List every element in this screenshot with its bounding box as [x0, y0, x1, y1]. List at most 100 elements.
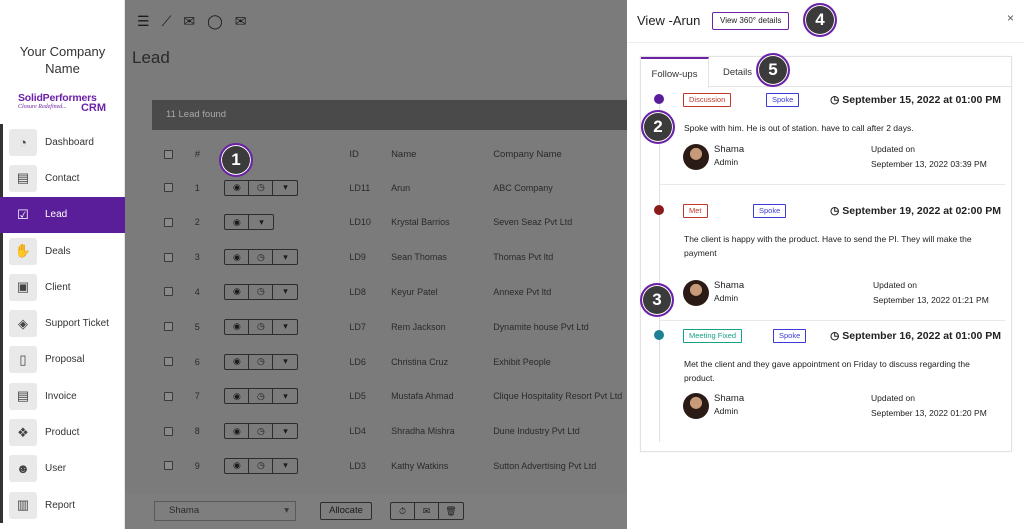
- row-checkbox[interactable]: [164, 391, 173, 401]
- sidebar-item-support-ticket[interactable]: ◈ Support Ticket: [0, 305, 125, 342]
- sidebar-item-proposal[interactable]: ▯ Proposal: [0, 341, 125, 379]
- table-row[interactable]: 7 ◉ ◷ ▾ LD5 Mustafa Ahmad Clique Hospitali…: [152, 379, 627, 414]
- row-checkbox[interactable]: [164, 461, 173, 471]
- row-actions: ◉ ◷ ▾: [224, 249, 299, 266]
- view-icon[interactable]: ◉: [225, 389, 250, 404]
- avatar: [683, 393, 709, 419]
- view-icon[interactable]: ◉: [225, 354, 250, 369]
- view-icon[interactable]: ◉: [225, 284, 250, 299]
- sidebar-item-invoice[interactable]: ▤ Invoice: [0, 378, 125, 415]
- sidebar-item-dashboard[interactable]: ◔ Dashboard: [0, 124, 125, 161]
- table-row[interactable]: 8 ◉ ◷ ▾ LD4 Shradha Mishra Dune Industry P…: [152, 414, 627, 449]
- table-row[interactable]: 6 ◉ ◷ ▾ LD6 Christina Cruz Exhibit People: [152, 344, 627, 379]
- view-icon[interactable]: ◉: [225, 250, 250, 265]
- user-role: Admin: [714, 406, 739, 416]
- invoice-icon: ▤: [9, 382, 37, 410]
- table-row[interactable]: 9 ◉ ◷ ▾ LD3 Kathy Watkins Sutton Advertisi…: [152, 448, 627, 483]
- view-icon[interactable]: ◉: [225, 180, 250, 195]
- dropdown-icon[interactable]: ▾: [273, 355, 297, 369]
- dropdown-icon[interactable]: ▾: [273, 181, 297, 195]
- avatar: [683, 144, 709, 170]
- users-icon: ☻: [9, 455, 37, 483]
- clock-icon: ◷: [830, 94, 843, 106]
- top-toolbar: ☰ ⟋ ✉ ◯ ✉: [125, 0, 627, 42]
- row-name: Sean Thomas: [391, 252, 447, 263]
- row-actions: ◉ ◷ ▾: [224, 457, 299, 474]
- sidebar-item-user[interactable]: ☻ User: [0, 450, 125, 487]
- timeline-dot: [654, 330, 664, 340]
- close-icon[interactable]: ×: [1007, 11, 1014, 25]
- dropdown-icon[interactable]: ▾: [273, 424, 297, 438]
- row-checkbox[interactable]: [164, 287, 173, 297]
- followup-datetime: ◷ September 16, 2022 at 01:00 PM: [830, 330, 1001, 342]
- whatsapp-icon[interactable]: ◯: [207, 13, 223, 30]
- menu-icon[interactable]: ☰: [137, 13, 150, 30]
- view-icon[interactable]: ◉: [225, 319, 250, 334]
- assignee-select[interactable]: Shama: [154, 501, 296, 521]
- mail-icon[interactable]: ✉: [415, 503, 439, 519]
- clock-icon[interactable]: ◷: [249, 180, 274, 195]
- table-row[interactable]: 3 ◉ ◷ ▾ LD9 Sean Thomas Thomas Pvt ltd: [152, 240, 627, 275]
- sidebar-item-label: Lead: [45, 209, 68, 221]
- row-checkbox[interactable]: [164, 357, 173, 366]
- bulk-action-bar: Shama Allocate ⏱ ✉ 🗑: [125, 494, 627, 529]
- col-id: ID: [349, 148, 359, 160]
- clock-icon[interactable]: ◷: [249, 284, 274, 299]
- sidebar-item-deals[interactable]: ✋ Deals: [0, 232, 125, 270]
- row-checkbox[interactable]: [164, 426, 173, 436]
- mail-icon[interactable]: ✉: [235, 13, 247, 30]
- dropdown-icon[interactable]: ▾: [273, 459, 297, 473]
- row-checkbox[interactable]: [164, 252, 173, 262]
- clock-icon[interactable]: ◷: [249, 354, 274, 369]
- row-id: LD7: [349, 321, 366, 332]
- clock-icon[interactable]: ◷: [249, 424, 274, 439]
- clock-icon[interactable]: ◷: [249, 250, 274, 265]
- table-row[interactable]: 4 ◉ ◷ ▾ LD8 Keyur Patel Annexe Pvt ltd: [152, 274, 627, 309]
- allocate-button[interactable]: Allocate: [320, 502, 372, 520]
- table-row[interactable]: 5 ◉ ◷ ▾ LD7 Rem Jackson Dynamite house Pvt…: [152, 309, 627, 344]
- select-all-checkbox[interactable]: [164, 149, 173, 159]
- updated-value: September 13, 2022 01:21 PM: [873, 295, 989, 305]
- dropdown-icon[interactable]: ▾: [249, 215, 273, 229]
- followup-separator: [659, 320, 1005, 321]
- view-icon[interactable]: ◉: [225, 458, 250, 473]
- bulk-icons: ⏱ ✉ 🗑: [390, 502, 464, 520]
- table-row[interactable]: 1 ◉ ◷ ▾ LD11 Arun ABC Company: [152, 170, 627, 205]
- row-checkbox[interactable]: [164, 217, 173, 227]
- dropdown-icon[interactable]: ▾: [273, 389, 297, 403]
- view-360-button[interactable]: View 360° details: [712, 12, 790, 30]
- updated-label: Updated on: [873, 280, 917, 290]
- brand-logo: SolidPerformers Closure Redefined... CRM: [18, 92, 110, 118]
- chat-icon[interactable]: ✉: [183, 13, 195, 30]
- sidebar-item-label: Contact: [45, 172, 80, 184]
- row-id: LD6: [349, 356, 366, 367]
- clock-icon[interactable]: ◷: [249, 458, 274, 473]
- row-name: Christina Cruz: [391, 356, 449, 367]
- dropdown-icon[interactable]: ▾: [273, 250, 297, 264]
- dropdown-icon[interactable]: ▾: [273, 320, 297, 334]
- view-icon[interactable]: ◉: [225, 424, 250, 439]
- followup-datetime: ◷ September 15, 2022 at 01:00 PM: [830, 94, 1001, 106]
- row-actions: ◉ ◷ ▾: [224, 423, 299, 440]
- chart-icon[interactable]: ⟋: [162, 13, 172, 30]
- table-row[interactable]: 2 ◉ ▾ LD10 Krystal Barrios Seven Seaz Pvt…: [152, 205, 627, 240]
- updated-label: Updated on: [871, 393, 915, 403]
- clock-icon[interactable]: ⏱: [391, 503, 415, 519]
- view-icon[interactable]: ◉: [225, 215, 250, 230]
- clock-icon[interactable]: ◷: [249, 389, 274, 404]
- sidebar-item-client[interactable]: ▣ Client: [0, 269, 125, 306]
- sidebar-item-product[interactable]: ❖ Product: [0, 414, 125, 451]
- tab-followups[interactable]: Follow-ups: [641, 57, 709, 88]
- followup-note: Met the client and they gave appointment…: [684, 359, 970, 383]
- followup-mode-badge: Spoke: [766, 93, 800, 107]
- dropdown-icon[interactable]: ▾: [273, 285, 297, 299]
- sidebar-item-report[interactable]: ▥ Report: [0, 486, 125, 524]
- row-checkbox[interactable]: [164, 322, 173, 332]
- row-id: LD9: [349, 252, 366, 263]
- row-checkbox[interactable]: [164, 183, 173, 192]
- clock-icon[interactable]: ◷: [249, 319, 274, 334]
- tab-details[interactable]: Details: [723, 57, 752, 87]
- sidebar-item-lead[interactable]: ☑ Lead: [0, 196, 125, 233]
- trash-icon[interactable]: 🗑: [439, 503, 463, 519]
- sidebar-item-contact[interactable]: ▤ Contact: [0, 160, 125, 197]
